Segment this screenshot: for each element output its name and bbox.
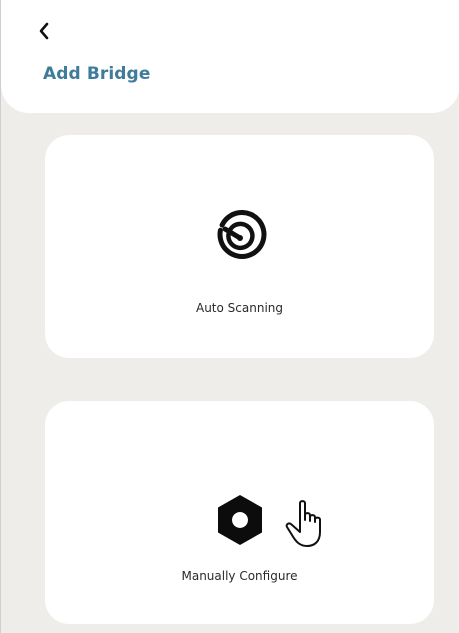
- auto-scanning-label: Auto Scanning: [195, 301, 283, 315]
- hand-pointer-icon: [285, 500, 321, 547]
- chevron-left-icon: [39, 22, 49, 40]
- manually-configure-label: Manually Configure: [181, 569, 298, 583]
- auto-scanning-option[interactable]: Auto Scanning: [45, 135, 434, 358]
- hex-nut-icon: [217, 495, 262, 545]
- header: Add Bridge: [1, 0, 459, 113]
- back-button[interactable]: [35, 18, 57, 44]
- manually-configure-option[interactable]: Manually Configure: [45, 401, 434, 624]
- radar-scan-icon: [217, 210, 266, 259]
- page-title: Add Bridge: [43, 64, 151, 84]
